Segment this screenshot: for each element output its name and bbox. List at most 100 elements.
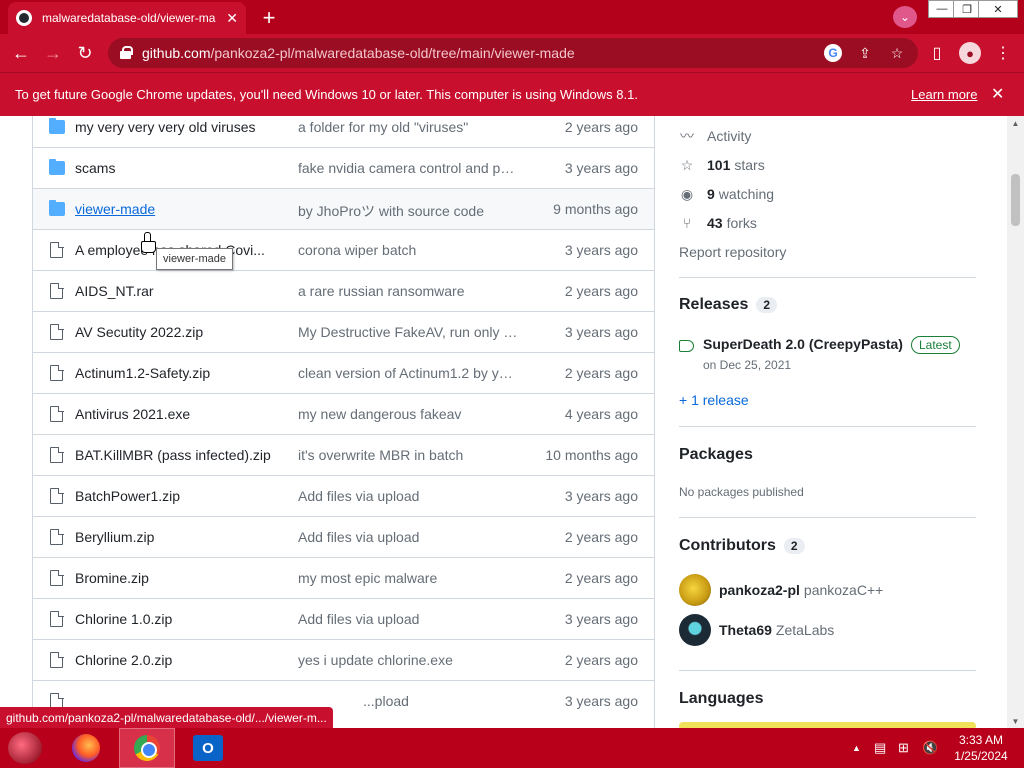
commit-message[interactable]: my most epic malware <box>298 570 518 586</box>
file-name[interactable]: BAT.KillMBR (pass infected).zip <box>75 447 290 463</box>
action-center-icon[interactable]: ▤ <box>874 740 886 756</box>
commit-message[interactable]: a rare russian ransomware <box>298 283 518 299</box>
forward-arrow-icon[interactable]: → <box>40 40 66 66</box>
bookmark-star-icon[interactable]: ☆ <box>888 44 906 62</box>
tab-close-icon[interactable]: ✕ <box>226 10 238 27</box>
address-bar[interactable]: github.com/pankoza2-pl/malwaredatabase-o… <box>108 38 918 68</box>
back-arrow-icon[interactable]: ← <box>8 40 34 66</box>
release-item[interactable]: SuperDeath 2.0 (CreepyPasta) Latest <box>703 336 960 354</box>
commit-message[interactable]: yes i update chlorine.exe <box>298 652 518 668</box>
file-icon <box>50 405 64 422</box>
google-lens-icon[interactable]: G <box>824 44 842 62</box>
table-row[interactable]: BAT.KillMBR (pass infected).zip it's over… <box>33 434 654 475</box>
profile-avatar-icon[interactable]: ● <box>959 42 981 64</box>
system-clock[interactable]: 3:33 AM 1/25/2024 <box>950 732 1012 764</box>
file-name[interactable]: Bromine.zip <box>75 570 275 586</box>
table-row[interactable]: viewer-made by JhoProツ with source code 9 … <box>33 188 654 229</box>
volume-muted-icon[interactable]: 🔇 <box>922 740 938 756</box>
infobar-close-icon[interactable]: ✕ <box>991 84 1004 104</box>
commit-message[interactable]: by JhoProツ with source code <box>298 201 518 221</box>
taskbar-outlook[interactable]: O <box>180 728 236 768</box>
network-icon[interactable]: ⊞ <box>898 740 909 756</box>
file-name[interactable]: BatchPower1.zip <box>75 488 275 504</box>
tab-title: malwaredatabase-old/viewer-ma <box>42 11 216 25</box>
commit-message[interactable]: clean version of Actinum1.2 by yo... <box>298 365 518 381</box>
table-row[interactable]: scams fake nvidia camera control and ph..… <box>33 147 654 188</box>
new-tab-button[interactable]: + <box>256 5 282 31</box>
table-row[interactable]: Antivirus 2021.exe my new dangerous fakea… <box>33 393 654 434</box>
contributor-item[interactable]: pankoza2-pl pankozaC++ <box>679 574 883 606</box>
languages-heading[interactable]: Languages <box>679 690 763 708</box>
contributors-heading[interactable]: Contributors 2 <box>679 537 805 555</box>
learn-more-link[interactable]: Learn more <box>911 87 977 102</box>
vertical-scrollbar[interactable]: ▲ ▼ <box>1007 116 1024 728</box>
tab-active[interactable]: malwaredatabase-old/viewer-ma ✕ <box>8 2 246 34</box>
file-name[interactable]: Beryllium.zip <box>75 529 275 545</box>
commit-age: 2 years ago <box>564 365 638 381</box>
page-content: my very very very old viruses a folder fo… <box>0 116 1007 728</box>
table-row[interactable]: Bromine.zip my most epic malware 2 years a… <box>33 557 654 598</box>
table-row[interactable]: AIDS_NT.rar a rare russian ransomware 2 ye… <box>33 270 654 311</box>
packages-heading[interactable]: Packages <box>679 446 753 464</box>
releases-heading[interactable]: Releases 2 <box>679 296 778 314</box>
scroll-down-icon[interactable]: ▼ <box>1007 714 1024 728</box>
file-name[interactable]: Antivirus 2021.exe <box>75 406 275 422</box>
file-name[interactable]: my very very very old viruses <box>75 119 275 135</box>
contributor-login[interactable]: Theta69 <box>719 622 772 638</box>
table-row[interactable]: Beryllium.zip Add files via upload 2 years… <box>33 516 654 557</box>
report-repository-link[interactable]: Report repository <box>679 242 786 262</box>
release-title[interactable]: SuperDeath 2.0 (CreepyPasta) <box>703 336 903 352</box>
table-row[interactable]: Chlorine 1.0.zip Add files via upload 3 ye… <box>33 598 654 639</box>
file-name[interactable]: AIDS_NT.rar <box>75 283 275 299</box>
tab-search-icon[interactable]: ⌄ <box>893 6 917 28</box>
avatar[interactable] <box>679 574 711 606</box>
contributor-item[interactable]: Theta69 ZetaLabs <box>679 614 834 646</box>
contributor-login[interactable]: pankoza2-pl <box>719 582 800 598</box>
file-name[interactable]: Chlorine 1.0.zip <box>75 611 275 627</box>
file-name[interactable]: Actinum1.2-Safety.zip <box>75 365 275 381</box>
file-name[interactable]: scams <box>75 160 275 176</box>
share-icon[interactable]: ⇪ <box>856 44 874 62</box>
commit-age: 2 years ago <box>564 119 638 135</box>
scrollbar-thumb[interactable] <box>1011 174 1020 226</box>
minimize-button[interactable]: — <box>928 0 956 18</box>
file-name[interactable]: AV Secutity 2022.zip <box>75 324 275 340</box>
table-row[interactable]: Actinum1.2-Safety.zip clean version of Ac… <box>33 352 654 393</box>
commit-message[interactable]: fake nvidia camera control and ph... <box>298 160 518 176</box>
commit-message[interactable]: My Destructive FakeAV, run only o... <box>298 324 518 340</box>
file-name[interactable]: viewer-made <box>75 201 275 217</box>
file-name[interactable]: Chlorine 2.0.zip <box>75 652 275 668</box>
file-icon <box>50 241 64 258</box>
forks-link[interactable]: ⑂ 43 forks <box>679 213 757 233</box>
scroll-up-icon[interactable]: ▲ <box>1007 116 1024 130</box>
taskbar-firefox[interactable] <box>58 728 114 768</box>
reload-icon[interactable]: ↻ <box>72 40 98 66</box>
table-row[interactable]: Chlorine 2.0.zip yes i update chlorine.ex… <box>33 639 654 680</box>
table-row[interactable]: BatchPower1.zip Add files via upload 3 yea… <box>33 475 654 516</box>
start-button-icon[interactable] <box>8 732 42 764</box>
commit-message[interactable]: ...pload <box>363 693 583 709</box>
commit-message[interactable]: my new dangerous fakeav <box>298 406 518 422</box>
commit-message[interactable]: Add files via upload <box>298 488 518 504</box>
table-row[interactable]: A employee has shared Covi...corona wipe… <box>33 229 654 270</box>
more-releases-link[interactable]: + 1 release <box>679 392 749 408</box>
commit-message[interactable]: corona wiper batch <box>298 242 518 258</box>
restore-button[interactable]: ❐ <box>953 0 981 18</box>
activity-link[interactable]: 〰 Activity <box>679 126 751 146</box>
tray-overflow-icon[interactable]: ▲ <box>852 743 861 753</box>
watching-link[interactable]: ◉ 9 watching <box>679 184 774 204</box>
stars-link[interactable]: ☆ 101 stars <box>679 155 765 175</box>
table-row[interactable]: AV Secutity 2022.zip My Destructive FakeA… <box>33 311 654 352</box>
commit-age: 2 years ago <box>564 529 638 545</box>
side-panel-icon[interactable]: ▯ <box>924 40 950 66</box>
commit-message[interactable]: it's overwrite MBR in batch <box>298 447 518 463</box>
menu-kebab-icon[interactable]: ⋮ <box>990 40 1016 66</box>
taskbar-chrome[interactable] <box>119 728 175 768</box>
avatar[interactable] <box>679 614 711 646</box>
commit-message[interactable]: Add files via upload <box>298 611 518 627</box>
commit-age: 3 years ago <box>564 488 638 504</box>
window-close-button[interactable]: ✕ <box>978 0 1018 18</box>
commit-message[interactable]: a folder for my old "viruses" <box>298 119 518 135</box>
commit-message[interactable]: Add files via upload <box>298 529 518 545</box>
table-row[interactable]: my very very very old viruses a folder fo… <box>33 116 654 147</box>
